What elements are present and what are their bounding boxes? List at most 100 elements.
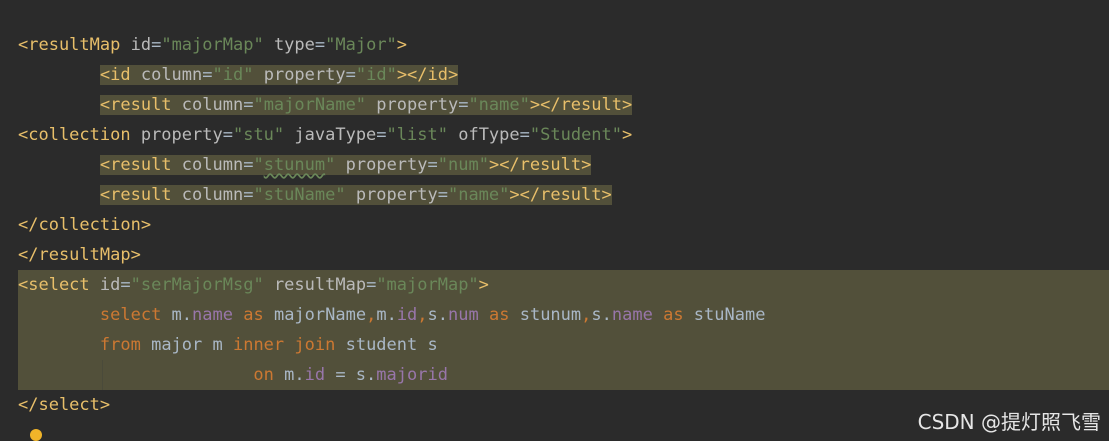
watermark: CSDN @提灯照飞雪 <box>917 410 1101 434</box>
code-token: = s. <box>325 365 377 385</box>
code-line[interactable]: select m.name as majorName,m.id,s.num as… <box>18 300 766 330</box>
code-token: s. <box>591 305 612 325</box>
code-token: "stuName" <box>253 185 346 205</box>
code-content: <result column="majorName" property="nam… <box>99 95 633 115</box>
code-token: " <box>325 155 336 175</box>
code-token: <collection <box>18 125 141 145</box>
code-line[interactable]: </collection> <box>18 210 151 240</box>
code-token: = <box>437 185 448 205</box>
code-token: ofType <box>458 125 520 145</box>
code-token: <resultMap <box>18 35 131 55</box>
code-token: = <box>243 185 254 205</box>
code-token: as <box>243 305 264 325</box>
code-line[interactable]: <result column="stuName" property="name"… <box>18 180 612 210</box>
code-content: select m.name as majorName,m.id,s.num as… <box>100 305 766 325</box>
code-token: id <box>99 275 121 295</box>
code-token: <result <box>99 155 182 175</box>
code-token: id <box>130 35 152 55</box>
code-editor[interactable]: <resultMap id="majorMap" type="Major"> <… <box>0 0 1109 441</box>
code-token: "majorName" <box>253 95 367 115</box>
code-token: major m <box>140 335 233 355</box>
code-token: </collection> <box>18 215 152 235</box>
code-line[interactable]: </select> <box>18 390 110 420</box>
code-content: <result column="stunum" property="num"><… <box>99 155 592 175</box>
code-line[interactable]: </resultMap> <box>18 240 141 270</box>
code-token: id <box>304 365 326 385</box>
code-token: student s <box>335 335 438 355</box>
code-token: "majorMap" <box>161 35 264 55</box>
code-token: = <box>458 95 469 115</box>
code-token: ></result> <box>509 185 612 205</box>
code-token: stunum <box>509 305 582 325</box>
code-token: as <box>663 305 684 325</box>
code-token: = <box>222 125 233 145</box>
code-content: from major m inner join student s <box>100 335 438 355</box>
code-line[interactable]: on m.id = s.majorid <box>18 360 448 390</box>
code-content: on m.id = s.majorid <box>253 365 448 385</box>
code-content: </collection> <box>18 215 151 235</box>
code-token: ></result> <box>488 155 592 175</box>
code-token: select <box>99 305 172 325</box>
code-token: stuName <box>683 305 766 325</box>
code-token: = <box>376 125 387 145</box>
code-token: javaType <box>294 125 377 145</box>
code-line[interactable]: <id column="id" property="id"></id> <box>18 60 459 90</box>
code-line[interactable]: <collection property="stu" javaType="lis… <box>18 120 632 150</box>
code-token: = <box>243 95 254 115</box>
code-token: from <box>99 335 141 355</box>
code-token: property <box>355 185 438 205</box>
code-line[interactable]: <result column="stunum" property="num"><… <box>18 150 592 180</box>
code-token: "id" <box>355 65 397 85</box>
code-token: = <box>345 65 356 85</box>
code-token: column <box>181 185 244 205</box>
code-token: = <box>519 125 530 145</box>
code-line[interactable]: <select id="serMajorMsg" resultMap="majo… <box>18 270 489 300</box>
code-token: m. <box>376 305 397 325</box>
code-token: > <box>396 35 408 55</box>
code-token: name <box>192 305 233 325</box>
code-token: name <box>611 305 653 325</box>
code-line[interactable]: <result column="majorName" property="nam… <box>18 90 633 120</box>
code-token: , <box>581 305 592 325</box>
code-token: "majorMap" <box>376 275 479 295</box>
code-content: <collection property="stu" javaType="lis… <box>18 125 632 145</box>
code-token: as <box>489 305 510 325</box>
code-token: , <box>366 305 377 325</box>
code-token: num <box>448 305 479 325</box>
code-content: </select> <box>18 395 110 415</box>
code-token: property <box>345 155 428 175</box>
code-content: <result column="stuName" property="name"… <box>99 185 612 205</box>
code-token: , <box>417 305 428 325</box>
code-token: </resultMap> <box>18 245 141 265</box>
code-line[interactable]: <resultMap id="majorMap" type="Major"> <box>18 30 407 60</box>
code-token: ></result> <box>529 95 633 115</box>
lightbulb-icon[interactable] <box>30 429 42 441</box>
code-token: property <box>263 65 346 85</box>
code-token: </select> <box>18 395 111 415</box>
code-token: "Student" <box>529 125 623 145</box>
code-token: <id <box>99 65 141 85</box>
code-token: join <box>294 335 336 355</box>
code-token: on <box>253 365 274 385</box>
code-content: <id column="id" property="id"></id> <box>99 65 459 85</box>
code-line[interactable]: from major m inner join student s <box>18 330 438 360</box>
code-token: > <box>622 125 633 145</box>
code-token: property <box>376 95 459 115</box>
code-token: majorName <box>263 305 367 325</box>
code-token: = <box>151 35 162 55</box>
code-token: "Major" <box>325 35 397 55</box>
